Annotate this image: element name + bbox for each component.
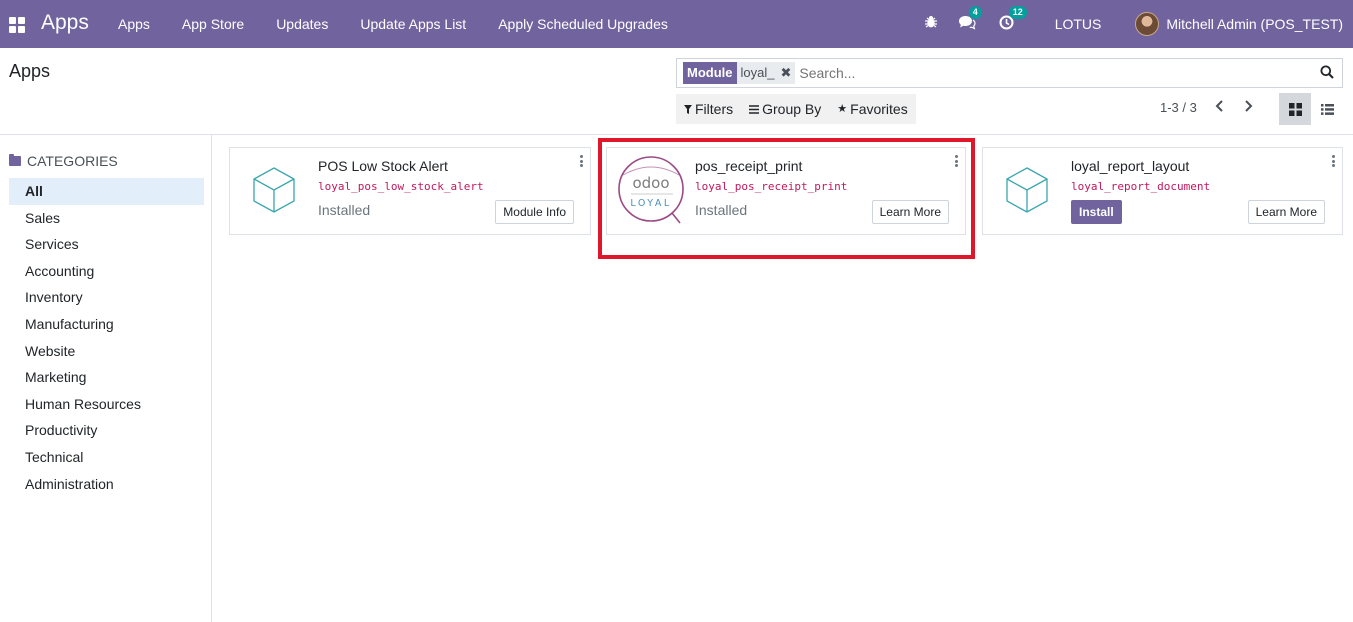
search-input[interactable] bbox=[799, 65, 1320, 81]
activities-count-badge: 12 bbox=[1008, 5, 1027, 19]
module-status: Installed bbox=[318, 202, 371, 218]
company-switcher[interactable]: LOTUS bbox=[1055, 16, 1102, 32]
main-menu: Apps App Store Updates Update Apps List … bbox=[102, 0, 684, 48]
module-info-button[interactable]: Module Info bbox=[495, 200, 574, 224]
category-marketing[interactable]: Marketing bbox=[9, 364, 204, 391]
facet-name: Module bbox=[683, 62, 737, 84]
search-icon[interactable] bbox=[1320, 65, 1336, 81]
facet-value-wrapper: loyal_ ✖ bbox=[736, 62, 796, 84]
menu-app-store[interactable]: App Store bbox=[166, 0, 260, 48]
facet-value: loyal_ bbox=[740, 65, 775, 80]
category-accounting[interactable]: Accounting bbox=[9, 258, 204, 285]
module-card[interactable]: POS Low Stock Alert loyal_pos_low_stock_… bbox=[229, 147, 591, 235]
menu-apps[interactable]: Apps bbox=[102, 0, 166, 48]
search-facet: Module loyal_ ✖ bbox=[683, 62, 796, 84]
navbar-systray: 4 12 LOTUS Mitchell Admin (POS_TEST) bbox=[921, 0, 1353, 48]
pager-value[interactable]: 1-3 / 3 bbox=[1160, 100, 1197, 115]
menu-updates[interactable]: Updates bbox=[260, 0, 344, 48]
card-menu-icon[interactable] bbox=[1332, 155, 1336, 167]
filters-label: Filters bbox=[695, 101, 734, 117]
app-brand[interactable]: Apps bbox=[41, 11, 89, 35]
messages-chat-icon[interactable]: 4 bbox=[957, 5, 982, 34]
filters-button[interactable]: Filters bbox=[676, 94, 741, 124]
category-inventory[interactable]: Inventory bbox=[9, 284, 204, 311]
category-administration[interactable]: Administration bbox=[9, 471, 204, 498]
categories-sidebar: CATEGORIES All Sales Services Accounting… bbox=[0, 135, 212, 622]
install-button[interactable]: Install bbox=[1071, 200, 1122, 224]
filter-funnel-icon bbox=[684, 94, 692, 124]
categories-list: All Sales Services Accounting Inventory … bbox=[9, 178, 204, 497]
card-menu-icon[interactable] bbox=[580, 155, 584, 167]
category-website[interactable]: Website bbox=[9, 338, 204, 365]
categories-header-label: CATEGORIES bbox=[27, 153, 118, 169]
menu-apply-scheduled-upgrades[interactable]: Apply Scheduled Upgrades bbox=[482, 0, 684, 48]
module-title: POS Low Stock Alert bbox=[318, 158, 448, 174]
module-cube-icon bbox=[246, 162, 302, 218]
page-title: Apps bbox=[9, 61, 51, 81]
favorites-label: Favorites bbox=[850, 101, 908, 117]
learn-more-button[interactable]: Learn More bbox=[1247, 200, 1325, 224]
app-menu-icon[interactable] bbox=[9, 17, 25, 33]
category-technical[interactable]: Technical bbox=[9, 444, 204, 471]
module-card[interactable]: loyal_report_layout loyal_report_documen… bbox=[982, 147, 1343, 235]
category-manufacturing[interactable]: Manufacturing bbox=[9, 311, 204, 338]
favorites-button[interactable]: ★ Favorites bbox=[829, 94, 915, 124]
top-navbar: Apps Apps App Store Updates Update Apps … bbox=[0, 0, 1353, 48]
category-all[interactable]: All bbox=[9, 178, 204, 205]
categories-header: CATEGORIES bbox=[9, 153, 118, 169]
user-menu[interactable]: Mitchell Admin (POS_TEST) bbox=[1166, 16, 1343, 32]
activities-clock-icon[interactable]: 12 bbox=[997, 5, 1027, 34]
group-by-bars-icon bbox=[749, 94, 760, 124]
favorites-star-icon: ★ bbox=[837, 103, 848, 115]
pager-previous-icon[interactable] bbox=[1212, 99, 1228, 117]
group-by-button[interactable]: Group By bbox=[741, 94, 829, 124]
list-view-icon[interactable] bbox=[1311, 93, 1343, 125]
category-productivity[interactable]: Productivity bbox=[9, 417, 204, 444]
user-avatar[interactable] bbox=[1135, 12, 1160, 36]
search-bar: Module loyal_ ✖ bbox=[676, 58, 1343, 88]
module-title: loyal_report_layout bbox=[1071, 158, 1190, 174]
facet-remove-icon[interactable]: ✖ bbox=[780, 62, 791, 84]
messages-count-badge: 4 bbox=[968, 5, 982, 19]
highlight-annotation-box bbox=[598, 138, 975, 259]
category-human-resources[interactable]: Human Resources bbox=[9, 391, 204, 418]
menu-update-apps-list[interactable]: Update Apps List bbox=[344, 0, 482, 48]
module-cube-icon bbox=[999, 162, 1055, 218]
group-by-label: Group By bbox=[762, 101, 822, 117]
search-options: Filters Group By ★ Favorites bbox=[676, 94, 916, 124]
module-technical-name: loyal_pos_low_stock_alert bbox=[318, 180, 484, 193]
category-services[interactable]: Services bbox=[9, 231, 204, 258]
debug-bug-icon[interactable] bbox=[921, 15, 941, 33]
pager-next-icon[interactable] bbox=[1240, 99, 1256, 117]
module-technical-name: loyal_report_document bbox=[1071, 180, 1211, 193]
folder-icon bbox=[9, 154, 21, 166]
category-sales[interactable]: Sales bbox=[9, 205, 204, 232]
kanban-view-icon[interactable] bbox=[1279, 93, 1311, 125]
